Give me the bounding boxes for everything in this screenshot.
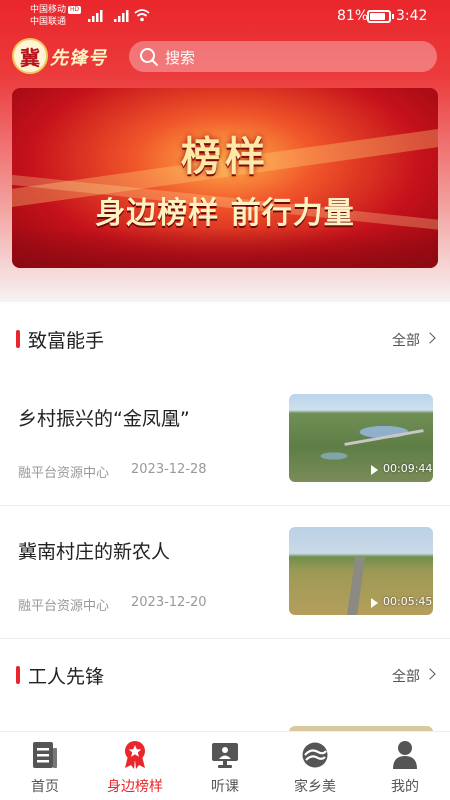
banner-title: 榜样 [181,134,269,180]
signal-icon [114,10,129,22]
tab-role-models[interactable]: 身边榜样 [90,732,180,800]
clock: 3:42 [396,8,428,24]
chevron-right-icon[interactable] [424,332,436,344]
section-accent-bar [16,666,20,684]
person-icon [393,741,417,769]
section-title: 工人先锋 [28,666,105,688]
article-date: 2023-12-28 [131,462,207,477]
article-title: 乡村振兴的“金凤凰” [18,408,190,430]
tab-label: 身边榜样 [107,779,163,795]
section-more-link[interactable]: 全部 [392,666,420,686]
tab-label: 听课 [211,779,239,795]
hero-banner[interactable]: 榜样 身边榜样 前行力量 [12,88,438,268]
search-icon [140,48,158,66]
article-item[interactable]: 乡村振兴的“金凤凰” 融平台资源中心 2023-12-28 00:09:44 [0,370,450,503]
search-placeholder: 搜索 [165,49,196,67]
landscape-icon [302,742,328,768]
section-header-zhifu: 致富能手 全部 [0,318,450,358]
play-icon [371,465,378,475]
play-icon [371,598,378,608]
wifi-icon [134,9,150,22]
tab-lecture[interactable]: 听课 [180,732,270,800]
search-bar[interactable]: 搜索 [129,41,437,72]
signal-icon [88,10,103,22]
tab-label: 我的 [391,779,419,795]
battery-percent: 81% [337,8,369,24]
banner-subtitle: 身边榜样 前行力量 [95,196,355,231]
banner-skyline [12,228,438,268]
article-source: 融平台资源中心 [18,599,110,614]
article-source: 融平台资源中心 [18,466,110,481]
bottom-tab-bar: 首页 身边榜样 听课 家乡美 我的 [0,731,450,800]
chevron-right-icon[interactable] [424,668,436,680]
medal-star-icon [125,741,145,769]
section-more-link[interactable]: 全部 [392,330,420,350]
tab-home[interactable]: 首页 [0,732,90,800]
thumbnail-road [346,557,366,615]
battery-icon [367,10,394,23]
article-thumbnail[interactable]: 00:05:45 [289,527,433,615]
divider [0,638,450,639]
logo-emblem-char: 冀 [20,45,40,70]
tab-label: 家乡美 [294,779,336,795]
content-area: 致富能手 全部 乡村振兴的“金凤凰” 融平台资源中心 2023-12-28 00… [0,302,450,731]
tab-label: 首页 [31,779,59,795]
video-duration: 00:09:44 [383,462,433,475]
status-bar: 中国移动 HD 中国联通 81% 3:42 [0,0,450,34]
article-item[interactable]: 冀南村庄的新农人 融平台资源中心 2023-12-20 00:05:45 [0,503,450,636]
app-logo: 冀 [12,38,48,74]
video-duration: 00:05:45 [383,595,433,608]
news-icon [33,742,57,768]
logo-text: 先锋号 [50,48,107,69]
thumbnail-bridge [344,429,424,446]
article-date: 2023-12-20 [131,595,207,610]
article-title: 冀南村庄的新农人 [18,541,171,563]
hd-badge: HD [68,6,82,14]
carrier-1: 中国移动 [30,5,67,15]
tab-profile[interactable]: 我的 [360,732,450,800]
section-header-gongren: 工人先锋 全部 [0,654,450,694]
carrier-info: 中国移动 HD 中国联通 [30,4,82,28]
tab-hometown[interactable]: 家乡美 [270,732,360,800]
article-thumbnail[interactable]: 00:09:44 [289,394,433,482]
section-title: 致富能手 [28,330,105,352]
lecture-screen-icon [212,743,238,768]
carrier-2: 中国联通 [30,17,67,27]
section-accent-bar [16,330,20,348]
